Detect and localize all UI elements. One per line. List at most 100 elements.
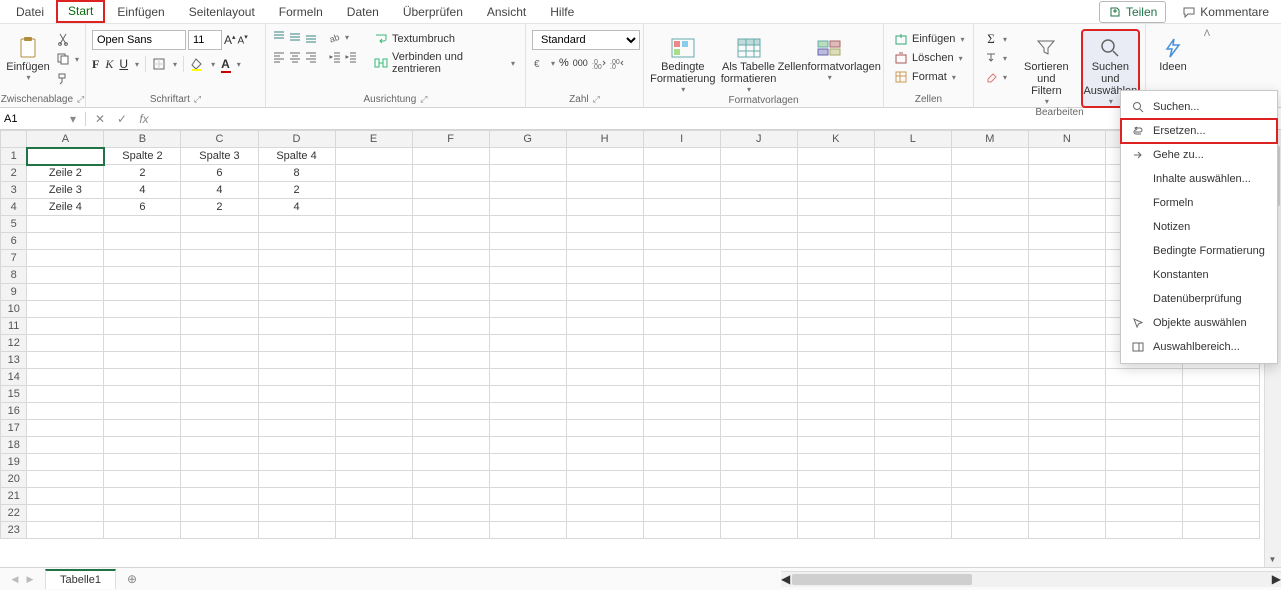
cell-N5[interactable] (1028, 216, 1105, 233)
cell-J15[interactable] (720, 386, 797, 403)
cell-H10[interactable] (566, 301, 643, 318)
cell-A10[interactable] (27, 301, 104, 318)
cell-C20[interactable] (181, 471, 258, 488)
add-sheet-button[interactable]: ⊕ (122, 569, 142, 589)
cell-M2[interactable] (951, 165, 1028, 182)
conditional-formatting-button[interactable]: Bedingte Formatierung▾ (650, 30, 716, 95)
menu-tab-seitenlayout[interactable]: Seitenlayout (177, 1, 267, 22)
cell-B14[interactable] (104, 369, 181, 386)
row-header-15[interactable]: 15 (1, 386, 27, 403)
cell-A7[interactable] (27, 250, 104, 267)
cell-F9[interactable] (412, 284, 489, 301)
cell-C2[interactable]: 6 (181, 165, 258, 182)
cell-C17[interactable] (181, 420, 258, 437)
cell-H6[interactable] (566, 233, 643, 250)
cell-F3[interactable] (412, 182, 489, 199)
cell-L15[interactable] (874, 386, 951, 403)
cell-G4[interactable] (489, 199, 566, 216)
cell-H14[interactable] (566, 369, 643, 386)
cell-G7[interactable] (489, 250, 566, 267)
underline-button[interactable]: U (119, 57, 128, 71)
cell-C6[interactable] (181, 233, 258, 250)
sheet-nav-first[interactable]: ◀ (8, 574, 22, 585)
row-header-18[interactable]: 18 (1, 437, 27, 454)
col-header-E[interactable]: E (335, 131, 412, 148)
col-header-J[interactable]: J (720, 131, 797, 148)
cell-G9[interactable] (489, 284, 566, 301)
cell-H16[interactable] (566, 403, 643, 420)
dropdown-item-notes[interactable]: Notizen (1121, 215, 1277, 239)
cell-I7[interactable] (643, 250, 720, 267)
cell-F8[interactable] (412, 267, 489, 284)
cell-P19[interactable] (1182, 454, 1259, 471)
row-header-13[interactable]: 13 (1, 352, 27, 369)
confirm-formula-button[interactable]: ✓ (112, 110, 132, 128)
cell-F18[interactable] (412, 437, 489, 454)
cell-B13[interactable] (104, 352, 181, 369)
cell-M8[interactable] (951, 267, 1028, 284)
cell-I9[interactable] (643, 284, 720, 301)
horizontal-scroll-thumb[interactable] (792, 574, 972, 585)
cell-M7[interactable] (951, 250, 1028, 267)
cell-M12[interactable] (951, 335, 1028, 352)
cell-L18[interactable] (874, 437, 951, 454)
cell-F17[interactable] (412, 420, 489, 437)
cell-K3[interactable] (797, 182, 874, 199)
cell-K17[interactable] (797, 420, 874, 437)
cell-I2[interactable] (643, 165, 720, 182)
cell-F12[interactable] (412, 335, 489, 352)
cell-K15[interactable] (797, 386, 874, 403)
cell-O18[interactable] (1105, 437, 1182, 454)
cell-L20[interactable] (874, 471, 951, 488)
cell-C5[interactable] (181, 216, 258, 233)
cell-K19[interactable] (797, 454, 874, 471)
cell-M15[interactable] (951, 386, 1028, 403)
align-bottom-button[interactable] (304, 30, 318, 44)
row-header-4[interactable]: 4 (1, 199, 27, 216)
cell-G13[interactable] (489, 352, 566, 369)
menu-tab-start[interactable]: Start (56, 0, 105, 23)
cell-O17[interactable] (1105, 420, 1182, 437)
font-name-select[interactable] (92, 30, 186, 50)
cell-C9[interactable] (181, 284, 258, 301)
cell-E5[interactable] (335, 216, 412, 233)
cell-D10[interactable] (258, 301, 335, 318)
cell-H1[interactable] (566, 148, 643, 165)
cell-C13[interactable] (181, 352, 258, 369)
cell-E20[interactable] (335, 471, 412, 488)
cell-N22[interactable] (1028, 505, 1105, 522)
col-header-K[interactable]: K (797, 131, 874, 148)
cell-E10[interactable] (335, 301, 412, 318)
cell-N16[interactable] (1028, 403, 1105, 420)
cell-B10[interactable] (104, 301, 181, 318)
cell-M20[interactable] (951, 471, 1028, 488)
dropdown-item-search[interactable]: Suchen... (1121, 95, 1277, 119)
cell-D4[interactable]: 4 (258, 199, 335, 216)
cell-P21[interactable] (1182, 488, 1259, 505)
cell-F11[interactable] (412, 318, 489, 335)
cell-I14[interactable] (643, 369, 720, 386)
fill-color-button[interactable] (190, 57, 204, 71)
cell-D1[interactable]: Spalte 4 (258, 148, 335, 165)
cell-O20[interactable] (1105, 471, 1182, 488)
cell-B1[interactable]: Spalte 2 (104, 148, 181, 165)
cell-A8[interactable] (27, 267, 104, 284)
col-header-N[interactable]: N (1028, 131, 1105, 148)
dropdown-item-condfmt[interactable]: Bedingte Formatierung (1121, 239, 1277, 263)
dialog-launcher-icon[interactable]: ⤢ (77, 94, 84, 105)
row-header-11[interactable]: 11 (1, 318, 27, 335)
cell-K22[interactable] (797, 505, 874, 522)
cell-O23[interactable] (1105, 522, 1182, 539)
row-header-6[interactable]: 6 (1, 233, 27, 250)
cell-C4[interactable]: 2 (181, 199, 258, 216)
cell-L5[interactable] (874, 216, 951, 233)
cell-K12[interactable] (797, 335, 874, 352)
cell-J23[interactable] (720, 522, 797, 539)
cell-G2[interactable] (489, 165, 566, 182)
cell-E11[interactable] (335, 318, 412, 335)
row-header-10[interactable]: 10 (1, 301, 27, 318)
cell-D22[interactable] (258, 505, 335, 522)
cell-J12[interactable] (720, 335, 797, 352)
dialog-launcher-icon[interactable]: ⤢ (194, 94, 201, 105)
cell-E8[interactable] (335, 267, 412, 284)
